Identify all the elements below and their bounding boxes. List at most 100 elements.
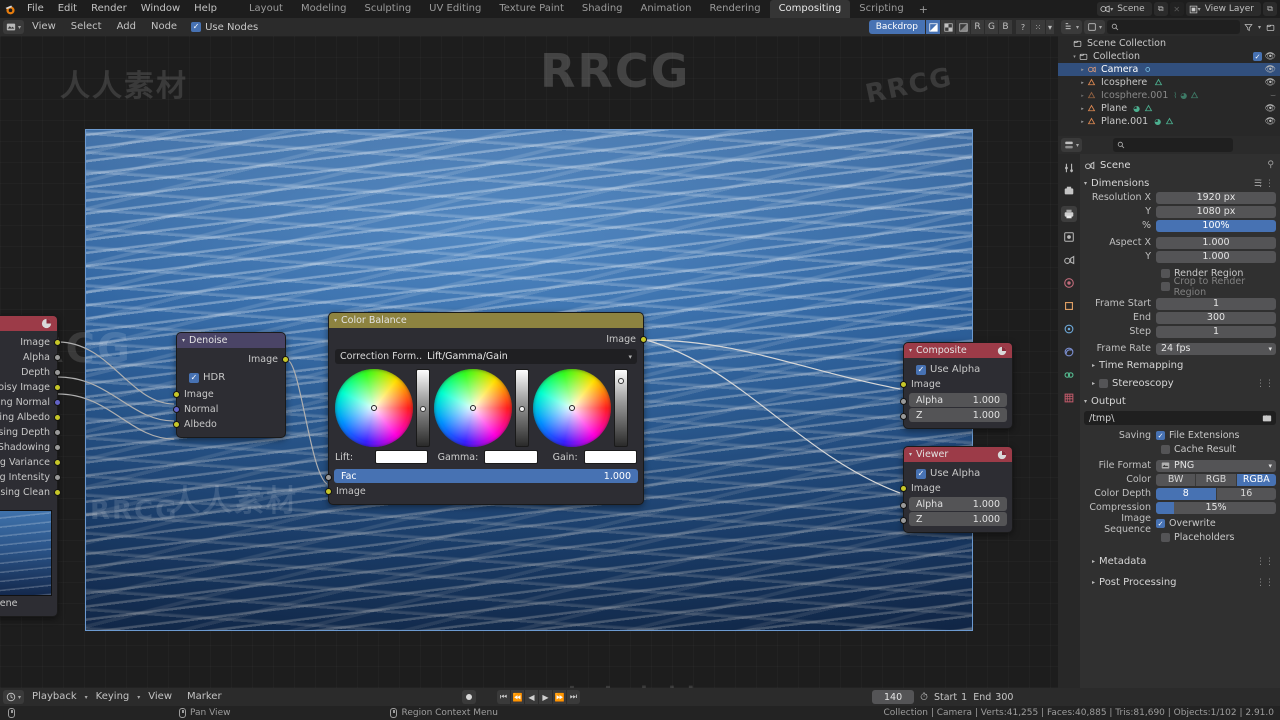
output-denoising-depth[interactable]: Denoising Depth [0, 425, 61, 440]
panel-drag-handle[interactable]: ⋮⋮ [1256, 557, 1274, 567]
properties-tab-physics[interactable] [1061, 344, 1077, 360]
panel-drag-handle[interactable]: ⋮⋮ [1256, 379, 1274, 389]
menu-render[interactable]: Render [84, 0, 134, 18]
viewer-z-field[interactable]: Z 1.000 [909, 512, 1007, 526]
expand-triangle-icon[interactable]: ▸ [1078, 67, 1087, 73]
workspace-tab-rendering[interactable]: Rendering [700, 0, 769, 18]
properties-tab-data[interactable] [1061, 390, 1077, 406]
lift-value-slider[interactable] [416, 369, 430, 447]
node-render-layers[interactable]: Image Alpha Depth Noisy Image Denoising … [0, 315, 61, 617]
workspace-tab-scripting[interactable]: Scripting [850, 0, 912, 18]
channel-g-button[interactable]: G [985, 20, 998, 34]
channel-b-button[interactable]: B [999, 20, 1012, 34]
aspect-x-field[interactable]: 1.000 [1156, 236, 1276, 249]
properties-search-input[interactable] [1113, 138, 1234, 152]
viewer-use-alpha-checkbox[interactable]: ✓ Use Alpha [904, 466, 1012, 481]
output-noisy-image[interactable]: Noisy Image [0, 380, 61, 395]
menu-help[interactable]: Help [187, 0, 224, 18]
properties-tab-modifier[interactable] [1061, 321, 1077, 337]
gain-value-slider[interactable] [614, 369, 628, 447]
play-icon[interactable]: ▶ [539, 690, 552, 704]
eye-icon[interactable]: ⌣ [1270, 91, 1276, 101]
checkbox-box[interactable]: ✓ [1156, 431, 1165, 440]
output-shadowing[interactable]: Shadowing [0, 440, 61, 455]
frame-start-group[interactable]: Start 1 [934, 692, 967, 703]
chevron-down-icon[interactable]: ▾ [1046, 20, 1054, 34]
modifier-icon[interactable]: ⌇ [1173, 91, 1177, 100]
frame-start-field[interactable]: 1 [1156, 297, 1276, 310]
node-canvas[interactable]: RRCG 人人素材 RRCG 人人素材 RRCG 人人素材 RRCG [0, 36, 1058, 688]
outliner-item-camera[interactable]: ▸ Camera 👁 [1058, 63, 1280, 76]
camera-data-icon[interactable] [1144, 65, 1153, 74]
node-header[interactable]: ▾ Composite [904, 343, 1012, 358]
collapse-triangle-icon[interactable]: ▾ [182, 337, 185, 344]
output-depth[interactable]: Depth [0, 365, 61, 380]
node-menu-node[interactable]: Node [144, 18, 184, 36]
material-icon[interactable]: ◕ [1133, 104, 1140, 113]
expand-triangle-icon[interactable]: ▸ [1078, 80, 1087, 86]
outliner-item-collection[interactable]: ▾ Collection ✓ 👁 [1058, 50, 1280, 63]
properties-editor-type-button[interactable]: ▾ [1061, 138, 1083, 152]
compression-slider[interactable]: 15% [1156, 501, 1276, 514]
node-menu-add[interactable]: Add [110, 18, 143, 36]
post-processing-panel-header[interactable]: ▸ Post Processing ⋮⋮ [1084, 575, 1276, 590]
color-option-rgba[interactable]: RGBA [1236, 473, 1276, 486]
outliner-item-plane[interactable]: ▸ Plane ◕ 👁 [1058, 102, 1280, 115]
gain-color-swatch[interactable] [583, 450, 637, 464]
gamma-value-slider[interactable] [515, 369, 529, 447]
aspect-y-field[interactable]: 1.000 [1156, 250, 1276, 263]
question-icon[interactable]: ? [1016, 20, 1030, 34]
denoise-input-normal[interactable]: Normal [173, 402, 285, 417]
jump-to-start-icon[interactable]: ⏮ [497, 690, 510, 704]
expand-triangle-icon[interactable]: ▸ [1092, 362, 1095, 369]
node-menu-view[interactable]: View [25, 18, 63, 36]
denoise-hdr-checkbox[interactable]: ✓ HDR [177, 370, 285, 385]
remove-scene-button[interactable]: ✕ [1169, 2, 1184, 16]
lift-wheel-group[interactable] [335, 369, 430, 447]
slider-knob[interactable] [618, 377, 624, 384]
cb-input-image[interactable]: Image [325, 484, 643, 499]
channel-r-button[interactable]: R [971, 20, 984, 34]
menu-edit[interactable]: Edit [51, 0, 84, 18]
properties-tab-output[interactable] [1061, 206, 1077, 222]
expand-triangle-icon[interactable]: ▸ [1078, 93, 1087, 99]
color-depth-option-8[interactable]: 8 [1156, 487, 1217, 500]
slider-knob[interactable] [420, 406, 426, 413]
expand-triangle-icon[interactable]: ▾ [1070, 54, 1079, 60]
properties-tab-render[interactable] [1061, 183, 1077, 199]
frame-end-group[interactable]: End 300 [973, 692, 1013, 703]
workspace-tab-compositing[interactable]: Compositing [769, 0, 851, 18]
node-composite[interactable]: ▾ Composite ✓ Use Alpha Image Alpha 1.00… [900, 342, 1013, 429]
lift-color-swatch[interactable] [375, 450, 429, 464]
folder-icon[interactable] [1262, 413, 1272, 423]
panel-drag-handle[interactable]: ⋮⋮ [1256, 179, 1274, 189]
panel-drag-handle[interactable]: ⋮⋮ [1256, 578, 1274, 588]
workspace-tab-layout[interactable]: Layout [240, 0, 292, 18]
collection-enable-checkbox[interactable]: ✓ [1253, 52, 1262, 61]
output-alpha[interactable]: Alpha [0, 350, 61, 365]
percentage-field[interactable]: 100% [1156, 219, 1276, 232]
properties-tab-scene[interactable] [1061, 252, 1077, 268]
checkbox-box[interactable]: ✓ [1156, 519, 1165, 528]
expand-triangle-icon[interactable]: ▸ [1078, 106, 1087, 112]
clock-icon[interactable]: ⏱ [920, 692, 928, 703]
node-header[interactable]: ▾ Color Balance [329, 313, 643, 328]
output-panel-header[interactable]: ▾ Output [1084, 394, 1276, 409]
frame-step-field[interactable]: 1 [1156, 325, 1276, 338]
timeline-editor-type-button[interactable]: ▾ [3, 690, 25, 704]
color-channel-icon[interactable] [926, 20, 940, 34]
denoise-input-image[interactable]: Image [173, 387, 285, 402]
new-collection-icon[interactable] [1263, 20, 1277, 34]
collapse-triangle-icon[interactable]: ▾ [1084, 180, 1087, 187]
composite-use-alpha-checkbox[interactable]: ✓ Use Alpha [904, 362, 1012, 377]
viewer-input-image[interactable]: Image [900, 481, 1012, 496]
gain-color-wheel[interactable] [533, 369, 611, 447]
add-workspace-button[interactable]: + [913, 3, 934, 16]
output-denoising-variance[interactable]: Denoising Variance [0, 455, 61, 470]
gamma-color-wheel[interactable] [434, 369, 512, 447]
wheel-cursor[interactable] [569, 405, 575, 411]
mesh-data-icon[interactable] [1144, 104, 1153, 113]
slider-knob[interactable] [519, 406, 525, 413]
timeline-menu-playback[interactable]: Playback [25, 688, 84, 706]
pin-icon[interactable]: ⚲ [1267, 160, 1274, 170]
